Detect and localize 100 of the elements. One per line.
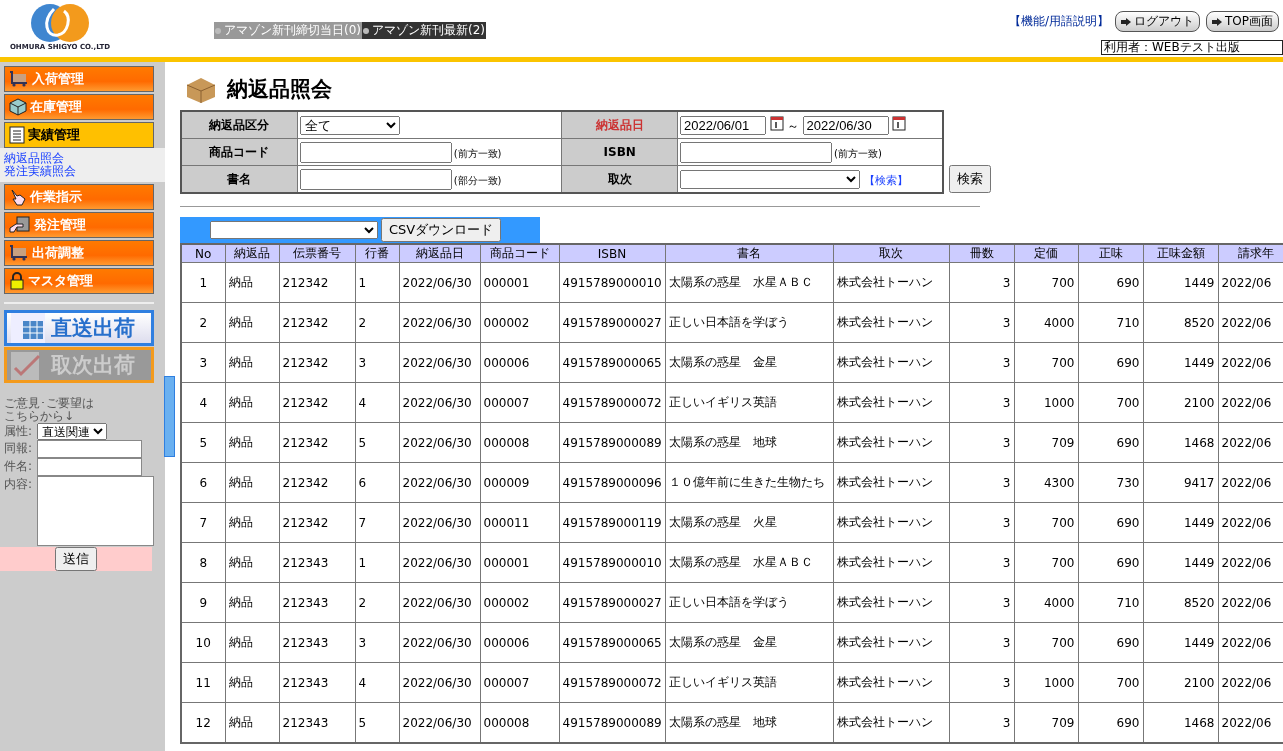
table-cell: 太陽系の惑星 金星 bbox=[665, 342, 833, 383]
search-link[interactable]: 【検索】 bbox=[863, 173, 908, 187]
table-cell: 000008 bbox=[480, 422, 559, 463]
table-cell: 2022/06/30 bbox=[399, 262, 480, 303]
table-cell: 4915789000072 bbox=[559, 382, 665, 423]
table-cell: 3 bbox=[949, 582, 1014, 623]
table-cell: 3 bbox=[949, 622, 1014, 663]
form-label: 納返品日 bbox=[561, 111, 678, 139]
table-cell: 1449 bbox=[1143, 262, 1218, 303]
submenu-link[interactable]: 発注実績照会 bbox=[4, 165, 165, 178]
send-button[interactable]: 送信 bbox=[55, 547, 97, 571]
table-cell: 3 bbox=[949, 382, 1014, 423]
table-cell: 4300 bbox=[1014, 462, 1078, 503]
table-cell: 000002 bbox=[480, 582, 559, 623]
table-cell: 3 bbox=[949, 262, 1014, 303]
table-cell: 3 bbox=[949, 502, 1014, 543]
table-cell: 710 bbox=[1078, 302, 1143, 343]
input-field[interactable] bbox=[299, 168, 452, 190]
table-cell: 3 bbox=[949, 422, 1014, 463]
table-cell: 700 bbox=[1078, 382, 1143, 423]
table-cell: 4 bbox=[181, 382, 225, 423]
table-cell: 690 bbox=[1078, 262, 1143, 303]
table-cell: 000001 bbox=[480, 542, 559, 583]
table-cell: 212343 bbox=[279, 542, 355, 583]
table-cell: 710 bbox=[1078, 582, 1143, 623]
table-cell: 212342 bbox=[279, 262, 355, 303]
table-cell: 690 bbox=[1078, 622, 1143, 663]
table-cell: 太陽系の惑星 火星 bbox=[665, 502, 833, 543]
table-cell: 納品 bbox=[225, 582, 279, 623]
table-cell: 212342 bbox=[279, 302, 355, 343]
form-label: 書名 bbox=[181, 165, 298, 193]
table-cell: 212342 bbox=[279, 502, 355, 543]
message-field[interactable] bbox=[37, 476, 154, 546]
table-cell: 株式会社トーハン bbox=[833, 502, 949, 543]
column-header: 取次 bbox=[833, 244, 949, 263]
header-button[interactable]: ログアウト bbox=[1115, 11, 1200, 32]
calendar-icon[interactable] bbox=[769, 115, 784, 131]
table-cell: 1 bbox=[355, 542, 399, 583]
table-cell: 1 bbox=[181, 262, 225, 303]
table-cell: 2 bbox=[355, 582, 399, 623]
table-cell: 212342 bbox=[279, 382, 355, 423]
table-cell: 690 bbox=[1078, 422, 1143, 463]
table-cell: 730 bbox=[1078, 462, 1143, 503]
input-field[interactable] bbox=[680, 141, 833, 163]
menu-item[interactable]: 実績管理 bbox=[4, 122, 154, 148]
table-cell: 7 bbox=[355, 502, 399, 543]
date-field[interactable]: 2022/06/01 bbox=[680, 115, 767, 135]
table-cell: 5 bbox=[181, 422, 225, 463]
column-header: 商品コード bbox=[480, 244, 559, 263]
table-cell: 太陽系の惑星 金星 bbox=[665, 622, 833, 663]
table-cell: 株式会社トーハン bbox=[833, 622, 949, 663]
table-cell: 2 bbox=[355, 302, 399, 343]
match-hint: (前方一致) bbox=[453, 147, 502, 159]
table-cell: 700 bbox=[1078, 662, 1143, 703]
input-field[interactable] bbox=[37, 458, 142, 476]
csv-button[interactable]: CSVダウンロード bbox=[381, 218, 502, 242]
notice-link[interactable]: アマゾン新刊最新(2) bbox=[362, 22, 486, 39]
table-cell: 000001 bbox=[480, 262, 559, 303]
table-cell: 700 bbox=[1014, 342, 1078, 383]
table-cell: 6 bbox=[181, 462, 225, 503]
table-cell: 1000 bbox=[1014, 662, 1078, 703]
table-cell: 正しいイギリス英語 bbox=[665, 382, 833, 423]
table-cell: 株式会社トーハン bbox=[833, 302, 949, 343]
format-select[interactable] bbox=[210, 221, 378, 239]
search-button[interactable]: 検索 bbox=[949, 165, 991, 193]
column-header: 書名 bbox=[665, 244, 833, 263]
table-cell: 2022/06/30 bbox=[399, 342, 480, 383]
table-cell: 株式会社トーハン bbox=[833, 582, 949, 623]
table-cell: 4000 bbox=[1014, 582, 1078, 623]
category-select[interactable]: 直送関連 bbox=[37, 423, 107, 440]
ship-button[interactable]: 直送出荷 bbox=[4, 310, 154, 346]
select-field[interactable] bbox=[680, 169, 861, 189]
help-link[interactable]: 【機能/用語説明】 bbox=[1008, 13, 1109, 30]
select-field[interactable]: 全て bbox=[299, 115, 400, 135]
table-cell: 1449 bbox=[1143, 342, 1218, 383]
field-label: 属性: bbox=[4, 423, 34, 440]
table-cell: 3 bbox=[949, 462, 1014, 503]
table-cell: 3 bbox=[949, 662, 1014, 703]
table-cell: 正しい日本語を学ぼう bbox=[665, 302, 833, 343]
submenu-link[interactable]: 納返品照会 bbox=[4, 152, 165, 165]
input-field[interactable] bbox=[299, 141, 452, 163]
form-label: 商品コード bbox=[181, 138, 298, 166]
table-cell: 8 bbox=[181, 542, 225, 583]
table-cell: 8520 bbox=[1143, 582, 1218, 623]
table-cell: 4915789000010 bbox=[559, 542, 665, 583]
table-cell: 納品 bbox=[225, 502, 279, 543]
calendar-icon[interactable] bbox=[892, 115, 907, 131]
table-cell: 2 bbox=[181, 302, 225, 343]
date-field[interactable]: 2022/06/30 bbox=[802, 115, 889, 135]
field-label: 内容: bbox=[4, 476, 34, 493]
table-cell: 690 bbox=[1078, 502, 1143, 543]
table-cell: 4915789000119 bbox=[559, 502, 665, 543]
header-button[interactable]: TOP画面 bbox=[1206, 11, 1279, 32]
feedback-intro: ご意見･ご要望は bbox=[4, 397, 95, 410]
logo-icon bbox=[28, 3, 92, 43]
page-title: 納返品照会 bbox=[227, 76, 332, 103]
input-field[interactable] bbox=[37, 440, 142, 458]
column-header: No bbox=[181, 244, 225, 263]
table-cell: 000007 bbox=[480, 662, 559, 703]
collapse-handle[interactable] bbox=[164, 376, 175, 457]
